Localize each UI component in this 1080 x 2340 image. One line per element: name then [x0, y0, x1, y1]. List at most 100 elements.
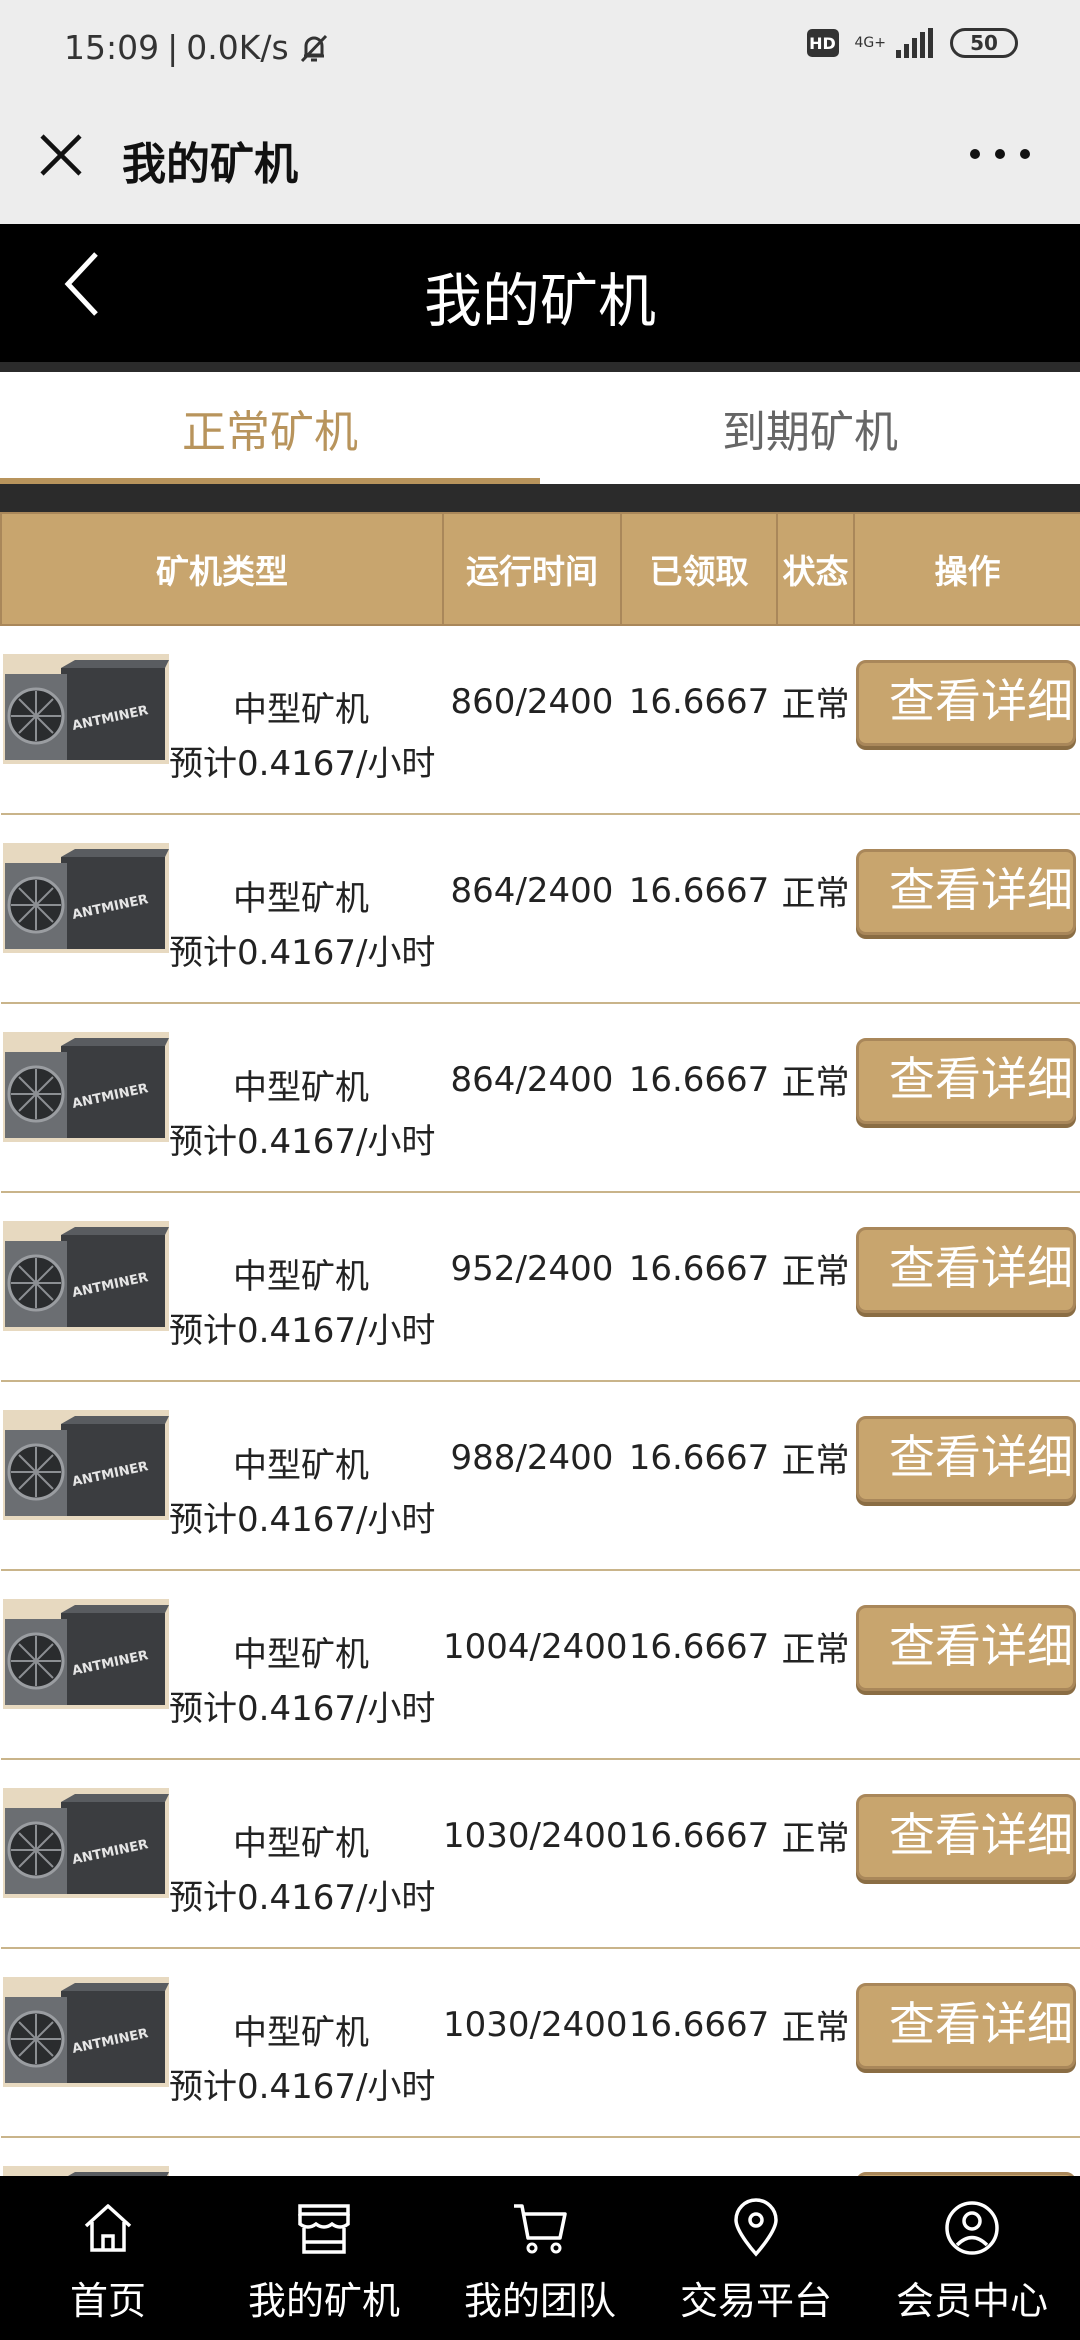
- action-cell: 查看详细: [854, 1192, 1080, 1382]
- runtime-cell: 864/2400: [443, 1003, 621, 1193]
- status-cell: 正常: [777, 1570, 854, 1760]
- miner-type-cell: ANTMINER 中型矿机 预计0.4167/小时: [1, 1570, 443, 1760]
- nav-label-home: 首页: [69, 2279, 146, 2323]
- hd-badge: HD: [806, 29, 839, 57]
- miner-rate: 预计0.4167/小时: [169, 2067, 436, 2107]
- status-separator: |: [167, 28, 179, 67]
- miner-table: 矿机类型 运行时间 已领取 状态 操作 ANTMINER 中型矿机 预计0.41…: [0, 512, 1080, 2176]
- runtime-cell: 1004/2400: [443, 1570, 628, 1760]
- location-pin-icon: [734, 2198, 778, 2257]
- miner-image: ANTMINER: [3, 1788, 169, 1898]
- more-options-icon[interactable]: [970, 144, 1030, 164]
- page-title: 我的矿机: [423, 267, 656, 335]
- table-header-row: 矿机类型 运行时间 已领取 状态 操作: [0, 512, 1080, 626]
- runtime-cell: 952/2400: [443, 1192, 621, 1382]
- table-row: ANTMINER 中型矿机 预计0.4167/小时 864/2400 16.66…: [1, 814, 1080, 1004]
- nav-item-my-miners[interactable]: 我的矿机: [216, 2176, 432, 2340]
- table-row: ANTMINER 查看详细: [1, 2137, 1080, 2176]
- status-cell: 正常: [777, 625, 854, 815]
- table-row: ANTMINER 中型矿机 预计0.4167/小时 864/2400 16.66…: [1, 1003, 1080, 1193]
- view-details-button[interactable]: 查看详细: [856, 1416, 1076, 1502]
- status-cell: 正常: [777, 1759, 854, 1949]
- received-cell: 16.6667: [621, 1192, 777, 1382]
- view-details-button[interactable]: 查看详细: [856, 660, 1076, 746]
- status-left: 15:09 | 0.0K/s: [64, 28, 331, 67]
- column-header-status: 状态: [776, 512, 855, 626]
- runtime-cell: 864/2400: [443, 814, 621, 1004]
- view-details-button[interactable]: 查看详细: [856, 849, 1076, 935]
- miner-image: ANTMINER: [3, 1221, 169, 1331]
- nav-item-home[interactable]: 首页: [0, 2176, 216, 2340]
- miner-rate: 预计0.4167/小时: [169, 1122, 436, 1162]
- view-details-button[interactable]: 查看详细: [856, 1038, 1076, 1124]
- action-cell: 查看详细: [854, 814, 1080, 1004]
- nav-label-trading: 交易平台: [679, 2279, 832, 2323]
- miner-image: ANTMINER: [3, 1032, 169, 1142]
- miner-image: ANTMINER: [3, 843, 169, 953]
- miner-rate: 预计0.4167/小时: [169, 1311, 436, 1351]
- tabs-divider: [0, 484, 1080, 512]
- miner-name: 中型矿机: [233, 1068, 369, 1108]
- runtime-cell: [443, 2137, 621, 2176]
- table-row: ANTMINER 中型矿机 预计0.4167/小时 860/2400 16.66…: [1, 625, 1080, 815]
- miner-image: ANTMINER: [3, 1977, 169, 2087]
- miner-image: ANTMINER: [3, 2166, 169, 2176]
- miner-rate: 预计0.4167/小时: [169, 744, 436, 784]
- status-time: 15:09: [64, 28, 160, 67]
- column-header-type: 矿机类型: [0, 512, 444, 626]
- miner-name: 中型矿机: [233, 690, 369, 730]
- runtime-cell: 988/2400: [443, 1381, 621, 1571]
- header-divider: [0, 362, 1080, 372]
- close-icon[interactable]: [36, 130, 86, 180]
- nav-item-trading[interactable]: 交易平台: [648, 2176, 864, 2340]
- battery-indicator: 50: [950, 28, 1018, 58]
- column-header-action: 操作: [853, 512, 1080, 626]
- table-row: ANTMINER 中型矿机 预计0.4167/小时 1030/2400 16.6…: [1, 1759, 1080, 1949]
- page-header: 我的矿机: [0, 224, 1080, 362]
- view-details-button[interactable]: 查看详细: [856, 1605, 1076, 1691]
- action-cell: 查看详细: [854, 1759, 1080, 1949]
- miner-name: 中型矿机: [233, 1446, 369, 1486]
- miner-rate: 预计0.4167/小时: [169, 1500, 436, 1540]
- tab-bar: 正常矿机 到期矿机: [0, 372, 1080, 484]
- status-cell: [777, 2137, 854, 2176]
- received-cell: 16.6667: [621, 1003, 777, 1193]
- status-cell: 正常: [777, 1948, 854, 2138]
- view-details-button[interactable]: 查看详细: [856, 1227, 1076, 1313]
- view-details-button[interactable]: 查看详细: [856, 1794, 1076, 1880]
- cart-icon: [514, 2204, 567, 2254]
- miner-name: 中型矿机: [233, 1257, 369, 1297]
- tab-expired-miners[interactable]: 到期矿机: [540, 372, 1080, 484]
- wechat-title: 我的矿机: [122, 139, 298, 190]
- view-details-button[interactable]: 查看详细: [856, 1983, 1076, 2069]
- status-cell: 正常: [777, 1381, 854, 1571]
- miner-rate: 预计0.4167/小时: [169, 1689, 436, 1729]
- nav-item-member-center[interactable]: 会员中心: [864, 2176, 1080, 2340]
- action-cell: 查看详细: [854, 1948, 1080, 2138]
- status-speed: 0.0K/s: [186, 28, 289, 67]
- action-cell: 查看详细: [854, 2137, 1080, 2176]
- runtime-cell: 860/2400: [443, 625, 621, 815]
- received-cell: 16.6667: [621, 1759, 777, 1949]
- table-row: ANTMINER 中型矿机 预计0.4167/小时 988/2400 16.66…: [1, 1381, 1080, 1571]
- table-row: ANTMINER 中型矿机 预计0.4167/小时 952/2400 16.66…: [1, 1192, 1080, 1382]
- table-body: ANTMINER 中型矿机 预计0.4167/小时 860/2400 16.66…: [1, 625, 1080, 2176]
- miner-image: ANTMINER: [3, 1599, 169, 1709]
- bottom-nav: 首页 我的矿机 我的团队 交易平台 会员中心: [0, 2176, 1080, 2340]
- nav-item-my-team[interactable]: 我的团队: [432, 2176, 648, 2340]
- runtime-cell: 1030/2400: [443, 1759, 628, 1949]
- mute-bell-icon: [300, 34, 327, 62]
- miner-table-container[interactable]: 矿机类型 运行时间 已领取 状态 操作 ANTMINER 中型矿机 预计0.41…: [0, 512, 1080, 2176]
- runtime-cell: 1030/2400: [443, 1948, 628, 2138]
- home-icon: [84, 2204, 132, 2252]
- store-icon: [298, 2204, 350, 2254]
- nav-label-my-team: 我的团队: [463, 2279, 616, 2323]
- miner-type-cell: ANTMINER: [1, 2137, 443, 2176]
- tab-normal-miners[interactable]: 正常矿机: [0, 372, 540, 484]
- status-cell: 正常: [777, 1003, 854, 1193]
- column-header-received: 已领取: [620, 512, 778, 626]
- table-row: ANTMINER 中型矿机 预计0.4167/小时 1030/2400 16.6…: [1, 1948, 1080, 2138]
- wechat-title-bar: 我的矿机: [0, 100, 1080, 224]
- miner-name: 中型矿机: [233, 2013, 369, 2053]
- action-cell: 查看详细: [854, 1003, 1080, 1193]
